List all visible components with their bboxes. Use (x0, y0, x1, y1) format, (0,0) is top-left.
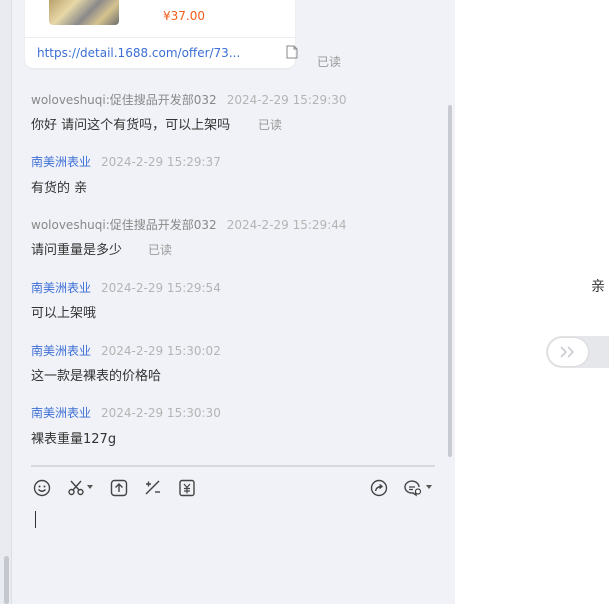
sender-name: woloveshuqi:促佳搜品开发部032 (31, 93, 217, 107)
left-scrollbar-thumb[interactable] (4, 556, 9, 604)
message-text: 这一款是裸表的价格哈 (31, 369, 162, 384)
product-card[interactable]: ¥37.00 https://detail.1688.com/offer/73.… (25, 0, 298, 68)
coupon-icon[interactable] (177, 478, 197, 498)
read-status: 已读 (317, 55, 342, 69)
message-time: 2024-2-29 15:29:37 (101, 155, 221, 169)
message-input-caret[interactable] (35, 511, 36, 528)
qin-text: 亲 (591, 279, 605, 295)
toggle-knob[interactable] (548, 338, 588, 366)
message-header: 南美洲表业 2024-2-29 15:29:54 (31, 279, 221, 296)
message-time: 2024-2-29 15:30:30 (101, 406, 221, 420)
sender-name: woloveshuqi:促佳搜品开发部032 (31, 218, 217, 232)
message-text: 你好 请问这个有货吗，可以上架吗 (31, 118, 231, 133)
message-text: 可以上架哦 (31, 306, 97, 321)
message-header: 南美洲表业 2024-2-29 15:29:37 (31, 153, 221, 170)
double-chevron-right-icon (560, 346, 575, 358)
product-thumbnail[interactable] (49, 0, 119, 25)
screenshot-options-chevron-down-icon[interactable] (87, 485, 93, 489)
message-time: 2024-2-29 15:29:44 (226, 218, 347, 232)
message-time: 2024-2-29 15:30:02 (101, 344, 221, 358)
message-text: 请问重量是多少 (31, 243, 123, 258)
quick-reply-chevron-down-icon[interactable] (426, 485, 432, 489)
sender-name[interactable]: 南美洲表业 (31, 155, 91, 169)
read-status: 已读 (148, 243, 173, 257)
message-text: 有货的 亲 (31, 181, 88, 196)
sender-name[interactable]: 南美洲表业 (31, 281, 91, 295)
read-status: 已读 (258, 118, 283, 132)
message-time: 2024-2-29 15:29:54 (101, 281, 221, 295)
message-text: 裸表重量127g (31, 432, 117, 447)
card-divider (25, 37, 295, 38)
sender-name[interactable]: 南美洲表业 (31, 406, 91, 420)
message-time: 2024-2-29 15:29:30 (226, 93, 347, 107)
left-rail (0, 0, 12, 604)
quick-reply-icon[interactable] (403, 478, 423, 498)
message-header: woloveshuqi:促佳搜品开发部032 2024-2-29 15:29:44 (31, 216, 347, 233)
emoji-icon[interactable] (32, 478, 52, 498)
sender-name[interactable]: 南美洲表业 (31, 344, 91, 358)
product-price: ¥37.00 (163, 9, 205, 23)
scissors-icon[interactable] (66, 478, 86, 498)
chat-panel: ¥37.00 https://detail.1688.com/offer/73.… (12, 0, 455, 604)
upload-icon[interactable] (109, 478, 129, 498)
right-panel: 亲 (455, 0, 609, 604)
chat-scrollbar[interactable] (448, 105, 452, 457)
edit-icon[interactable] (143, 478, 163, 498)
composer-divider[interactable] (31, 465, 435, 467)
message-header: 南美洲表业 2024-2-29 15:30:02 (31, 342, 221, 359)
collapse-toggle[interactable] (546, 336, 609, 368)
share-icon[interactable] (369, 478, 389, 498)
product-link[interactable]: https://detail.1688.com/offer/73... (37, 46, 240, 60)
document-icon[interactable] (286, 45, 298, 59)
message-header: 南美洲表业 2024-2-29 15:30:30 (31, 404, 221, 421)
message-header: woloveshuqi:促佳搜品开发部032 2024-2-29 15:29:30 (31, 91, 347, 108)
